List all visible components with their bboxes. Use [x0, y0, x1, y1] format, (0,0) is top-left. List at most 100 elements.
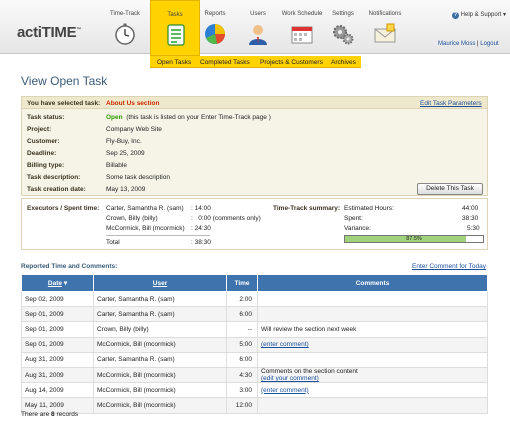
table-row: Sep 01, 2009 Carter, Samantha R. (sam) 6… [21, 306, 488, 323]
date-column-header[interactable]: Date ▾ [21, 274, 94, 292]
subnav-archives[interactable]: Archives [331, 59, 356, 66]
actitime-logo[interactable]: actiTIME™ [17, 24, 81, 41]
nav-time-track[interactable]: Time-Track [100, 0, 150, 54]
variance-label: Variance: [344, 225, 371, 232]
table-row: May 11, 2009 McCormick, Bill (mcormick) … [21, 397, 488, 414]
total-label: Total [106, 239, 120, 246]
executor-time: : 0:00 (comments only) [191, 215, 261, 222]
spent-value: 38:30 [462, 215, 479, 222]
creation-date-value: May 13, 2009 [106, 186, 146, 193]
executors-panel: Executors / Spent time: Carter, Samantha… [21, 198, 488, 250]
user-column-header[interactable]: User [93, 274, 227, 292]
executor-name: Crown, Billy (billy) [106, 215, 158, 222]
variance-value: 5:30 [467, 225, 480, 232]
pie-chart-icon [205, 24, 225, 44]
estimated-hours-label: Estimated Hours: [344, 205, 394, 212]
subnav-open-tasks[interactable]: Open Tasks [157, 59, 191, 66]
tasks-list-icon [167, 24, 185, 46]
comment-link[interactable]: (enter comment) [261, 387, 309, 394]
table-row: Sep 02, 2009 Carter, Samantha R. (sam) 2… [21, 290, 488, 308]
customer-label: Customer: [27, 138, 60, 145]
comment-text: Will review the section next week [261, 325, 357, 333]
nav-notifications[interactable]: Notifications [360, 0, 410, 54]
task-details-panel: You have selected task: About Us section… [21, 96, 488, 196]
comment-cell [257, 306, 488, 323]
comment-cell: (enter comment) [257, 382, 488, 399]
user-cell: McCormick, Bill (mcormick) [93, 366, 227, 384]
comment-cell [257, 397, 488, 414]
envelope-icon [374, 23, 396, 43]
user-cell: Carter, Samantha R. (sam) [93, 290, 227, 308]
help-support-menu[interactable]: ? Help & Support ▾ [452, 11, 506, 19]
comment-link[interactable]: (edit your comment) [261, 375, 319, 382]
summary-label: Time-Track summary: [273, 205, 341, 212]
edit-task-parameters-link[interactable]: Edit Task Parameters [420, 100, 482, 107]
help-icon: ? [452, 12, 459, 19]
task-description-label: Task description: [27, 174, 81, 181]
delete-task-button[interactable]: Delete This Task [417, 183, 483, 195]
time-cell: -- [226, 321, 258, 338]
sort-desc-icon: ▾ [63, 280, 68, 287]
date-cell: Sep 01, 2009 [21, 321, 94, 338]
time-cell: 4:30 [226, 366, 258, 384]
comment-cell: Will review the section next week [257, 321, 488, 338]
top-header: actiTIME™ Time-Track Tasks Reports Users… [0, 0, 510, 56]
user-area: Maurice Moss | Logout [438, 41, 499, 47]
executors-label: Executors / Spent time: [27, 205, 100, 212]
selected-task-name: About Us section [106, 100, 160, 107]
project-value: Company Web Site [106, 126, 162, 133]
comment-link[interactable]: (enter comment) [261, 341, 309, 348]
tasks-subnav: Open Tasks Completed Tasks Projects & Cu… [150, 56, 361, 68]
subnav-completed-tasks[interactable]: Completed Tasks [200, 59, 250, 66]
date-cell: Sep 01, 2009 [21, 336, 94, 353]
date-cell: Sep 01, 2009 [21, 306, 94, 323]
app-root: actiTIME™ Time-Track Tasks Reports Users… [0, 0, 510, 426]
table-row: Aug 31, 2009 McCormick, Bill (mcormick) … [21, 366, 488, 384]
comment-cell [257, 351, 488, 368]
deadline-value: Sep 25, 2009 [106, 150, 145, 157]
time-cell: 12:00 [226, 397, 258, 414]
user-cell: McCormick, Bill (mcormick) [93, 336, 227, 353]
billing-type-label: Billing type: [27, 162, 65, 169]
deadline-label: Deadline: [27, 150, 57, 157]
user-cell: McCormick, Bill (mcormick) [93, 382, 227, 399]
user-cell: Carter, Samantha R. (sam) [93, 351, 227, 368]
customer-value: Fly-Buy, Inc. [106, 138, 142, 145]
time-cell: 6:00 [226, 306, 258, 323]
task-description-value: Some task description [106, 174, 170, 181]
gears-icon [333, 25, 354, 45]
enter-comment-today-link[interactable]: Enter Comment for Today [412, 263, 486, 270]
comments-column-header: Comments [257, 274, 488, 292]
logout-link[interactable]: Logout [480, 41, 498, 47]
executor-time: : 14:00 [191, 205, 211, 212]
executor-name: Carter, Samantha R. (sam) [106, 205, 184, 212]
date-cell: Sep 02, 2009 [21, 290, 94, 308]
date-cell: Aug 31, 2009 [21, 351, 94, 368]
table-row: Aug 14, 2009 McCormick, Bill (mcormick) … [21, 382, 488, 399]
nav-tasks[interactable]: Tasks [150, 0, 200, 56]
user-cell: Crown, Billy (billy) [93, 321, 227, 338]
subnav-projects-customers[interactable]: Projects & Customers [260, 59, 323, 66]
total-value: : 38:30 [191, 239, 211, 246]
comment-cell: Comments on the section content (edit you… [257, 366, 488, 384]
status-value: Open (this task is listed on your Enter … [106, 114, 271, 121]
records-count: There are 8 records [21, 411, 79, 418]
progress-text: 87.5% [406, 236, 422, 242]
project-label: Project: [27, 126, 52, 133]
time-column-header: Time [226, 274, 258, 292]
nav-users[interactable]: Users [233, 0, 283, 54]
billing-type-value: Billable [106, 162, 127, 169]
executor-time: : 24:30 [191, 225, 211, 232]
calendar-icon [291, 26, 313, 44]
total-divider [106, 235, 210, 236]
comment-text: Comments on the section content [261, 368, 358, 376]
estimated-hours-value: 44:00 [462, 205, 479, 212]
time-cell: 2:00 [226, 290, 258, 308]
executor-name: McCormick, Bill (mcormick) [106, 225, 185, 232]
status-label: Task status: [27, 114, 65, 121]
spent-label: Spent: [344, 215, 363, 222]
page-title: View Open Task [21, 74, 108, 88]
stopwatch-icon [115, 23, 135, 45]
comment-cell [257, 290, 488, 308]
user-name-link[interactable]: Maurice Moss [438, 41, 475, 47]
